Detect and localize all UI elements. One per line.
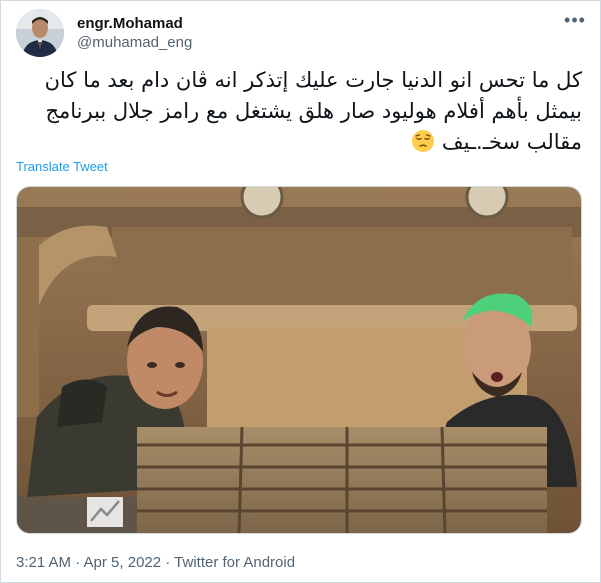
tweet-source: Twitter for Android <box>174 554 296 571</box>
tweet-card[interactable]: engr.Mohamad @muhamad_eng ••• كل ما تحس … <box>0 0 601 583</box>
translate-tweet-link[interactable]: Translate Tweet <box>16 159 108 174</box>
author-names: engr.Mohamad @muhamad_eng <box>77 14 192 52</box>
tweet-text: كل ما تحس انو الدنيا جارت عليك إتذكر انه… <box>16 65 582 158</box>
more-horizontal-icon[interactable]: ••• <box>564 11 586 33</box>
avatar[interactable] <box>16 9 64 57</box>
tweet-header: engr.Mohamad @muhamad_eng ••• <box>16 9 586 57</box>
handle[interactable]: @muhamad_eng <box>77 33 192 52</box>
watermark-logo-icon <box>87 497 123 527</box>
tweet-footer: 3:21 AM · Apr 5, 2022 · Twitter for Andr… <box>16 554 295 571</box>
tweet-text-body: كل ما تحس انو الدنيا جارت عليك إتذكر انه… <box>44 68 582 154</box>
tweet-media-image[interactable] <box>16 186 582 534</box>
display-name[interactable]: engr.Mohamad <box>77 14 192 33</box>
footer-separator: · <box>165 554 175 571</box>
pensive-face-emoji <box>411 129 435 153</box>
timestamp[interactable]: 3:21 AM · Apr 5, 2022 <box>16 554 161 571</box>
